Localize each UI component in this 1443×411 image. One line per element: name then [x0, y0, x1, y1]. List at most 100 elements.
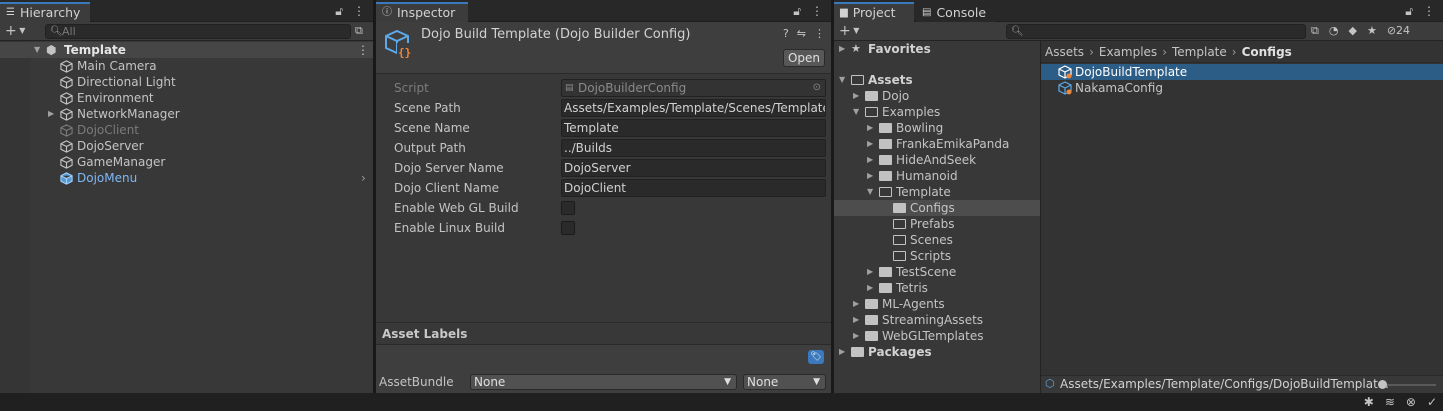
tree-folder-item[interactable]: Prefabs [834, 216, 1040, 232]
kebab-menu-icon[interactable]: ⋮ [811, 4, 823, 19]
chevron-right-icon[interactable]: › [361, 171, 366, 185]
tab-console[interactable]: ▤ Console [916, 2, 996, 22]
tree-folder-item[interactable]: ▶ Packages [834, 344, 1040, 360]
filter-type-icon[interactable]: ◔ [1329, 24, 1339, 38]
tree-folder-item[interactable]: ▶ StreamingAssets [834, 312, 1040, 328]
add-object-button[interactable]: + ▼ [5, 23, 25, 39]
breadcrumb-item[interactable]: Assets [1045, 45, 1084, 59]
hierarchy-item[interactable]: GameManager [0, 154, 373, 170]
label-tag-button[interactable]: 🏷︎ [808, 350, 824, 364]
tab-hierarchy[interactable]: ☰ Hierarchy [0, 2, 90, 22]
tree-folder-item[interactable]: ▼ Template [834, 184, 1040, 200]
hierarchy-toolbar: + ▼ 🔍︎ All ⧉ [0, 22, 373, 41]
favorites-row[interactable]: ▶ ★ Favorites [834, 41, 1040, 57]
expand-arrow-icon[interactable]: ▼ [853, 104, 859, 120]
tree-folder-item[interactable]: ▶ HideAndSeek [834, 152, 1040, 168]
tree-folder-item[interactable]: ▼ Assets [834, 72, 1040, 88]
hierarchy-item[interactable]: Main Camera [0, 58, 373, 74]
open-button[interactable]: Open [783, 49, 825, 67]
icon-size-slider[interactable] [1378, 380, 1436, 389]
scene-menu-icon[interactable]: ⋮ [357, 42, 369, 58]
variant-dropdown[interactable]: None ▼ [743, 374, 826, 390]
breadcrumb-separator-icon: › [1162, 45, 1167, 59]
expand-arrow-icon[interactable]: ▶ [853, 88, 859, 104]
tree-folder-item[interactable]: ▼ Examples [834, 104, 1040, 120]
tree-folder-item[interactable]: ▶ Bowling [834, 120, 1040, 136]
property-text-field[interactable]: Template [561, 119, 826, 137]
tab-project[interactable]: ▆ Project [834, 2, 914, 22]
tree-folder-item[interactable]: Configs [834, 200, 1040, 216]
expand-arrow-icon[interactable]: ▶ [867, 152, 873, 168]
hidden-packages-icon[interactable]: ⊘24 [1387, 24, 1410, 38]
preset-icon[interactable]: ⇋ [797, 27, 806, 40]
tree-folder-item[interactable]: ▶ WebGLTemplates [834, 328, 1040, 344]
lock-icon[interactable]: 🔓︎ [793, 4, 801, 19]
property-checkbox[interactable] [561, 221, 575, 235]
slider-thumb[interactable] [1378, 380, 1387, 389]
filter-label-icon[interactable]: ◆ [1348, 24, 1356, 38]
expand-arrow-icon[interactable]: ▶ [867, 120, 873, 136]
assetbundle-dropdown[interactable]: None ▼ [470, 374, 737, 390]
tree-folder-item[interactable]: ▶ Humanoid [834, 168, 1040, 184]
hierarchy-item[interactable]: DojoClient [0, 122, 373, 138]
expand-arrow-icon[interactable]: ▶ [867, 168, 873, 184]
project-search-input[interactable]: 🔍︎ [1006, 24, 1306, 39]
hierarchy-item[interactable]: Environment [0, 90, 373, 106]
tree-folder-item[interactable]: Scripts [834, 248, 1040, 264]
hierarchy-search-input[interactable]: 🔍︎ All [45, 24, 351, 39]
property-checkbox[interactable] [561, 201, 575, 215]
tab-inspector[interactable]: ⓘ Inspector [376, 2, 468, 22]
hierarchy-item[interactable]: DojoMenu [0, 170, 373, 186]
check-icon[interactable]: ✓ [1427, 395, 1437, 409]
tree-folder-item[interactable]: ▶ ML-Agents [834, 296, 1040, 312]
hierarchy-item-label: DojoClient [77, 123, 139, 137]
gameobject-icon [60, 155, 76, 171]
script-field[interactable]: ▤ DojoBuilderConfig ⊙ [561, 79, 826, 97]
property-text-field[interactable]: Assets/Examples/Template/Scenes/Template… [561, 99, 826, 117]
network-icon[interactable]: ⊗ [1406, 395, 1416, 409]
expand-arrow-icon[interactable]: ▼ [839, 72, 845, 88]
layers-icon[interactable]: ≋ [1385, 395, 1395, 409]
help-icon[interactable]: ? [783, 27, 789, 40]
expand-arrow-icon[interactable]: ▶ [839, 41, 845, 57]
asset-item[interactable]: NakamaConfig [1041, 80, 1443, 96]
breadcrumb-item[interactable]: Configs [1242, 45, 1292, 59]
expand-arrow-icon[interactable]: ▶ [867, 280, 873, 296]
expand-arrow-icon[interactable]: ▶ [839, 344, 845, 360]
component-menu-icon[interactable]: ⋮ [814, 27, 825, 40]
tree-folder-item[interactable]: ▶ FrankaEmikaPanda [834, 136, 1040, 152]
create-asset-button[interactable]: + ▼ [839, 23, 859, 39]
lock-icon[interactable]: 🔓︎ [335, 4, 343, 19]
asset-item[interactable]: DojoBuildTemplate [1041, 64, 1443, 80]
tree-folder-item[interactable]: ▶ Tetris [834, 280, 1040, 296]
tree-folder-item[interactable]: Scenes [834, 232, 1040, 248]
expand-arrow-icon[interactable]: ▶ [853, 328, 859, 344]
kebab-menu-icon[interactable]: ⋮ [353, 4, 365, 19]
expand-arrow-icon[interactable]: ▼ [867, 184, 873, 200]
property-text-field[interactable]: ../Builds [561, 139, 826, 157]
property-text-field[interactable]: DojoServer [561, 159, 826, 177]
expand-arrow-icon[interactable]: ▶ [867, 264, 873, 280]
expand-arrow-icon[interactable]: ▶ [853, 296, 859, 312]
breadcrumb-item[interactable]: Examples [1099, 45, 1157, 59]
hierarchy-item[interactable]: ▶ NetworkManager [0, 106, 373, 122]
debug-bug-icon[interactable]: ✱ [1364, 395, 1374, 409]
asset-labels-header: Asset Labels [376, 323, 831, 345]
object-picker-icon[interactable]: ⊙ [813, 80, 821, 96]
hierarchy-item[interactable]: DojoServer [0, 138, 373, 154]
kebab-menu-icon[interactable]: ⋮ [1423, 4, 1435, 19]
expand-arrow-icon[interactable]: ▼ [34, 42, 40, 58]
scene-visibility-icon[interactable]: ⧉ [355, 23, 363, 39]
expand-arrow-icon[interactable]: ▶ [48, 106, 54, 122]
hierarchy-item[interactable]: Directional Light [0, 74, 373, 90]
breadcrumb-item[interactable]: Template [1172, 45, 1227, 59]
tree-folder-item[interactable]: ▶ Dojo [834, 88, 1040, 104]
property-text-field[interactable]: DojoClient [561, 179, 826, 197]
star-icon[interactable]: ★ [1367, 24, 1377, 38]
lock-icon[interactable]: 🔓︎ [1405, 4, 1413, 19]
expand-arrow-icon[interactable]: ▶ [853, 312, 859, 328]
expand-arrow-icon[interactable]: ▶ [867, 136, 873, 152]
scene-row[interactable]: ▼ ⬢ Template ⋮ [0, 42, 373, 58]
search-window-icon[interactable]: ⧉ [1311, 24, 1319, 38]
tree-folder-item[interactable]: ▶ TestScene [834, 264, 1040, 280]
